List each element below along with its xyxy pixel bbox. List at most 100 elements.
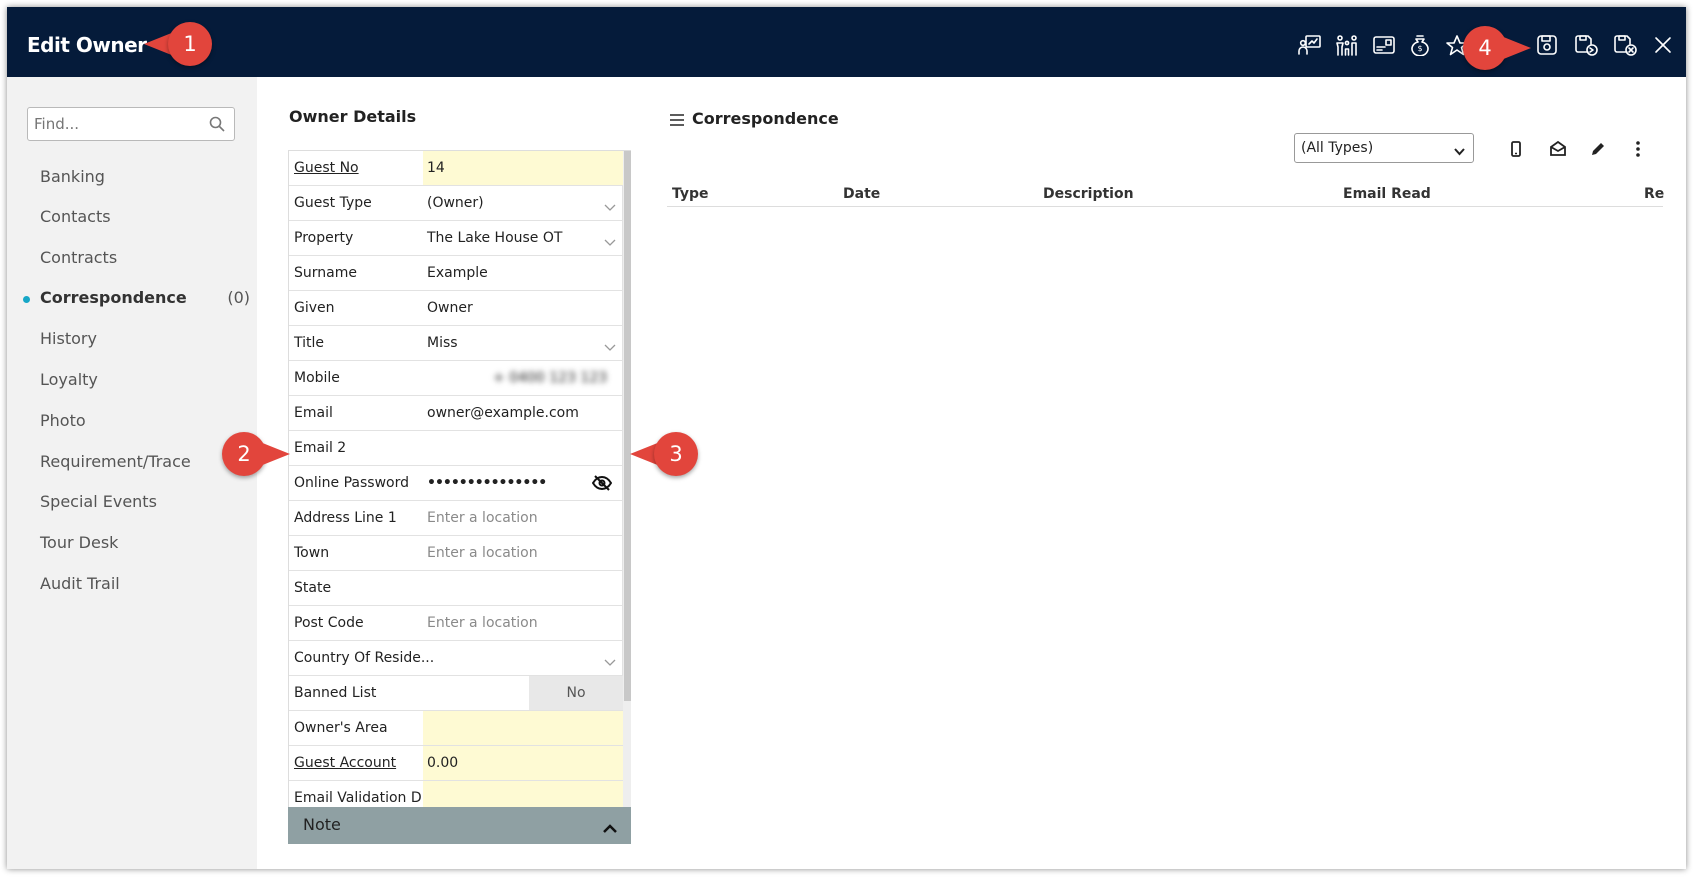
field-row-guest-type: Guest Type (Owner) — [289, 186, 623, 221]
type-filter-select[interactable]: (All Types) — [1294, 133, 1474, 163]
scrollbar-thumb[interactable] — [624, 151, 631, 701]
note-label: Note — [303, 815, 341, 834]
owner-details-title: Owner Details — [289, 107, 417, 126]
callout-pointer — [1501, 36, 1531, 60]
id-card-icon[interactable] — [1371, 33, 1397, 57]
chevron-down-icon[interactable] — [604, 232, 616, 246]
pencil-icon[interactable] — [1588, 139, 1608, 159]
more-vertical-icon[interactable] — [1628, 139, 1648, 159]
field-label: Email Validation D... — [294, 790, 436, 806]
save-icon[interactable] — [1534, 33, 1560, 57]
field-row-email-2: Email 2 — [289, 431, 623, 466]
field-row-post-code: Post Code Enter a location — [289, 606, 623, 641]
field-row-owners-area: Owner's Area — [289, 711, 623, 746]
guest-account-field[interactable]: 0.00 — [423, 746, 623, 780]
field-row-title: Title Miss — [289, 326, 623, 361]
chevron-up-icon[interactable] — [603, 819, 617, 833]
given-field[interactable]: Owner — [423, 291, 623, 325]
sidebar-item-contracts[interactable]: Contracts — [40, 248, 250, 267]
email-2-field[interactable] — [423, 431, 623, 465]
owner-details-grid: Guest No 14 Guest Type (Owner) Property … — [288, 150, 631, 807]
address-line-1-field[interactable]: Enter a location — [423, 501, 623, 535]
field-label: Given — [294, 300, 335, 316]
sidebar-item-correspondence[interactable]: Correspondence (0) — [40, 288, 250, 307]
field-label-link[interactable]: Guest Account — [294, 755, 396, 771]
surname-field[interactable]: Example — [423, 256, 623, 290]
column-header-date[interactable]: Date — [843, 186, 880, 202]
column-header-email-read[interactable]: Email Read — [1343, 186, 1431, 202]
banned-list-toggle[interactable]: No — [529, 676, 623, 710]
sidebar-item-photo[interactable]: Photo — [40, 411, 250, 430]
mobile-icon[interactable] — [1506, 139, 1526, 159]
field-label-link[interactable]: Guest No — [294, 160, 359, 176]
field-row-surname: Surname Example — [289, 256, 623, 291]
column-header-description[interactable]: Description — [1043, 186, 1134, 202]
state-field[interactable] — [423, 571, 623, 605]
details-scrollbar[interactable] — [623, 151, 631, 807]
owners-area-field[interactable] — [423, 711, 623, 745]
sidebar-item-banking[interactable]: Banking — [40, 167, 250, 186]
property-select[interactable]: The Lake House OT — [423, 221, 623, 255]
save-and-transfer-icon[interactable] — [1573, 33, 1599, 57]
callout-marker-3: 3 — [630, 432, 700, 476]
column-header-type[interactable]: Type — [672, 186, 709, 202]
sidebar-item-history[interactable]: History — [40, 329, 250, 348]
eye-slash-icon[interactable] — [591, 475, 613, 491]
sidebar-item-contacts[interactable]: Contacts — [40, 207, 250, 226]
chevron-down-icon — [1454, 144, 1465, 156]
sidebar-item-loyalty[interactable]: Loyalty — [40, 370, 250, 389]
callout-pointer — [260, 442, 290, 466]
field-label: Email 2 — [294, 440, 347, 456]
field-row-online-password: Online Password ••••••••••••••• — [289, 466, 623, 501]
note-panel-toggle[interactable]: Note — [288, 807, 631, 844]
presentation-chart-icon[interactable] — [1297, 33, 1323, 57]
field-label: Address Line 1 — [294, 510, 397, 526]
town-field[interactable]: Enter a location — [423, 536, 623, 570]
email-open-icon[interactable] — [1548, 139, 1568, 159]
sidebar-item-tour-desk[interactable]: Tour Desk — [40, 533, 250, 552]
search-box[interactable] — [27, 107, 235, 141]
save-and-close-icon[interactable] — [1612, 33, 1638, 57]
field-row-property: Property The Lake House OT — [289, 221, 623, 256]
field-row-town: Town Enter a location — [289, 536, 623, 571]
field-label: Mobile — [294, 370, 340, 386]
sidebar-item-label: Audit Trail — [40, 574, 120, 593]
chevron-down-icon[interactable] — [604, 197, 616, 211]
email-field[interactable]: owner@example.com — [423, 396, 623, 430]
guest-type-select[interactable]: (Owner) — [423, 186, 623, 220]
window-header: Edit Owner $ — [7, 7, 1686, 77]
title-select[interactable]: Miss — [423, 326, 623, 360]
email-validation-field[interactable] — [423, 781, 623, 807]
sidebar-item-requirement-trace[interactable]: Requirement/Trace — [40, 452, 250, 471]
edit-owner-window: Edit Owner $ Find... Banking Contacts Co… — [7, 7, 1686, 869]
country-select[interactable] — [423, 641, 623, 675]
field-row-state: State — [289, 571, 623, 606]
field-label: Title — [294, 335, 325, 351]
sidebar-item-audit-trail[interactable]: Audit Trail — [40, 574, 250, 593]
sidebar-item-label: Photo — [40, 411, 86, 430]
column-header-truncated[interactable]: Re — [1644, 186, 1664, 202]
type-filter-value: (All Types) — [1301, 140, 1374, 156]
sidebar: Banking Contacts Contracts Correspondenc… — [7, 77, 257, 869]
chevron-down-icon[interactable] — [604, 337, 616, 351]
close-icon[interactable] — [1650, 33, 1676, 57]
sidebar-item-special-events[interactable]: Special Events — [40, 492, 250, 511]
money-bag-icon[interactable]: $ — [1407, 33, 1433, 57]
field-label: Town — [294, 545, 330, 561]
field-row-email: Email owner@example.com — [289, 396, 623, 431]
family-icon[interactable] — [1334, 33, 1360, 57]
mobile-field[interactable]: + 0400 123 123 — [423, 361, 623, 395]
field-label: Owner's Area — [294, 720, 388, 736]
search-icon[interactable] — [209, 116, 225, 132]
menu-icon[interactable] — [670, 111, 684, 126]
sidebar-item-label: Special Events — [40, 492, 157, 511]
post-code-field[interactable]: Enter a location — [423, 606, 623, 640]
search-input[interactable] — [28, 108, 198, 140]
callout-number: 3 — [654, 432, 698, 476]
chevron-down-icon[interactable] — [604, 652, 616, 666]
field-label: Surname — [294, 265, 357, 281]
sidebar-item-label: Tour Desk — [40, 533, 119, 552]
guest-no-field[interactable]: 14 — [423, 151, 623, 185]
active-indicator-dot — [23, 296, 30, 303]
field-row-email-validation: Email Validation D... — [289, 781, 623, 807]
